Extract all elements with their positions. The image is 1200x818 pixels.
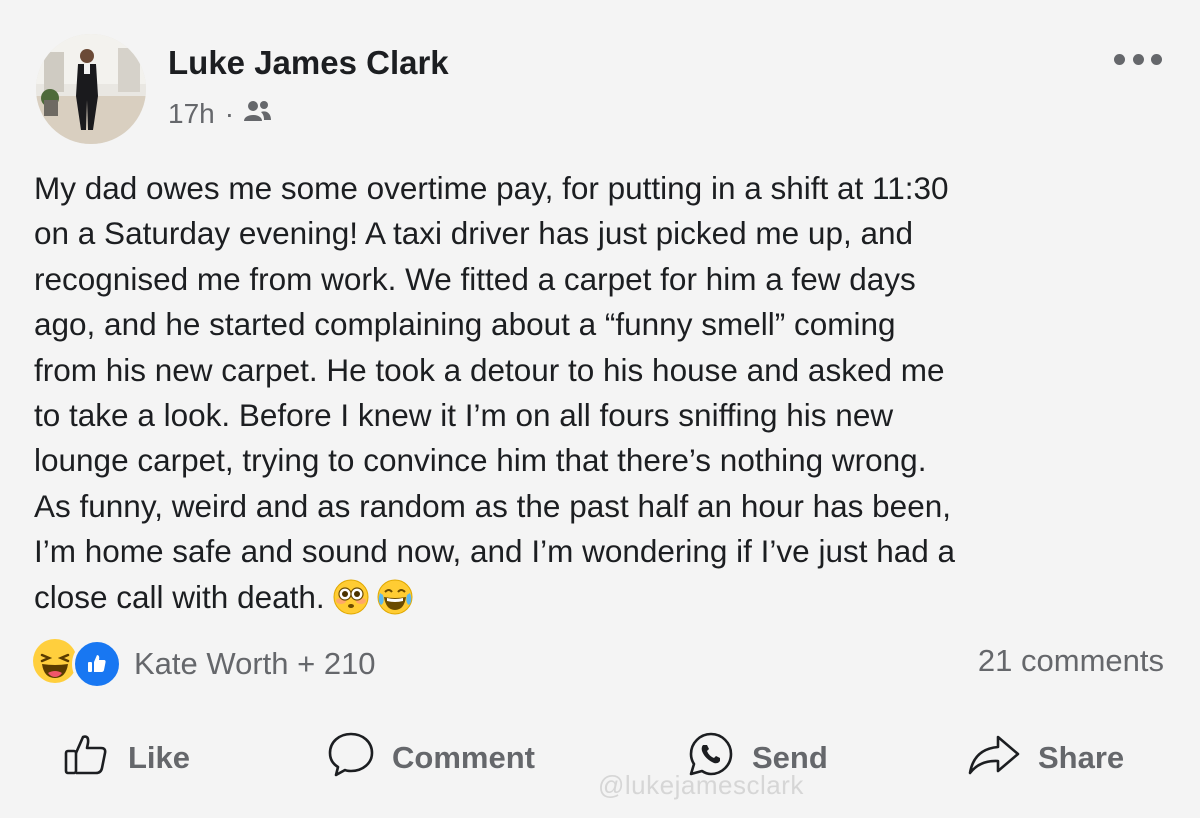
tears-of-joy-emoji (377, 579, 413, 615)
post-line: close call with death. (34, 578, 325, 615)
share-button[interactable]: Share (966, 728, 1124, 788)
watermark: @lukejamesclark (598, 770, 804, 800)
dot-icon (1151, 53, 1162, 65)
avatar[interactable] (36, 34, 146, 144)
more-options-button[interactable] (1114, 48, 1162, 70)
comments-count[interactable]: 21 comments (978, 643, 1164, 679)
post-line: to take a look. Before I knew it I’m on … (34, 397, 894, 434)
post-line: ago, and he started complaining about a … (34, 306, 896, 343)
post-line: I’m home safe and sound now, and I’m won… (34, 533, 956, 570)
facebook-post: Luke James Clark 17h · My dad owes me so… (0, 0, 1200, 818)
post-body: My dad owes me some overtime pay, for pu… (34, 166, 1174, 620)
post-line: My dad owes me some overtime pay, for pu… (34, 170, 949, 206)
comment-label: Comment (392, 740, 535, 775)
friends-icon (242, 98, 272, 130)
flushed-face-emoji (333, 579, 369, 615)
like-label: Like (128, 740, 191, 775)
post-line: from his new carpet. He took a detour to… (34, 351, 945, 388)
reaction-names[interactable]: Kate Worth + 210 (134, 646, 376, 682)
meta-separator: · (224, 98, 235, 129)
like-button[interactable]: Like (62, 728, 190, 788)
like-reaction-icon (72, 638, 122, 689)
comment-button[interactable]: Comment (326, 728, 535, 788)
author-name[interactable]: Luke James Clark (168, 44, 449, 82)
post-line: recognised me from work. We fitted a car… (34, 260, 916, 297)
post-timestamp[interactable]: 17h (168, 98, 215, 130)
post-meta: 17h · (168, 98, 272, 130)
reactions-summary[interactable]: Kate Worth + 210 (32, 638, 376, 689)
dot-icon (1114, 53, 1125, 65)
share-label: Share (1038, 740, 1125, 775)
post-last-line: close call with death. (34, 575, 1174, 620)
post-line: on a Saturday evening! A taxi driver has… (34, 215, 914, 252)
post-line: As funny, weird and as random as the pas… (34, 487, 951, 524)
share-arrow-icon (966, 729, 1038, 787)
thumbs-up-icon (62, 729, 128, 787)
post-line: lounge carpet, trying to convince him th… (34, 442, 927, 479)
dot-icon (1132, 53, 1144, 65)
avatar-photo (36, 34, 146, 144)
comment-bubble-icon (326, 729, 392, 787)
